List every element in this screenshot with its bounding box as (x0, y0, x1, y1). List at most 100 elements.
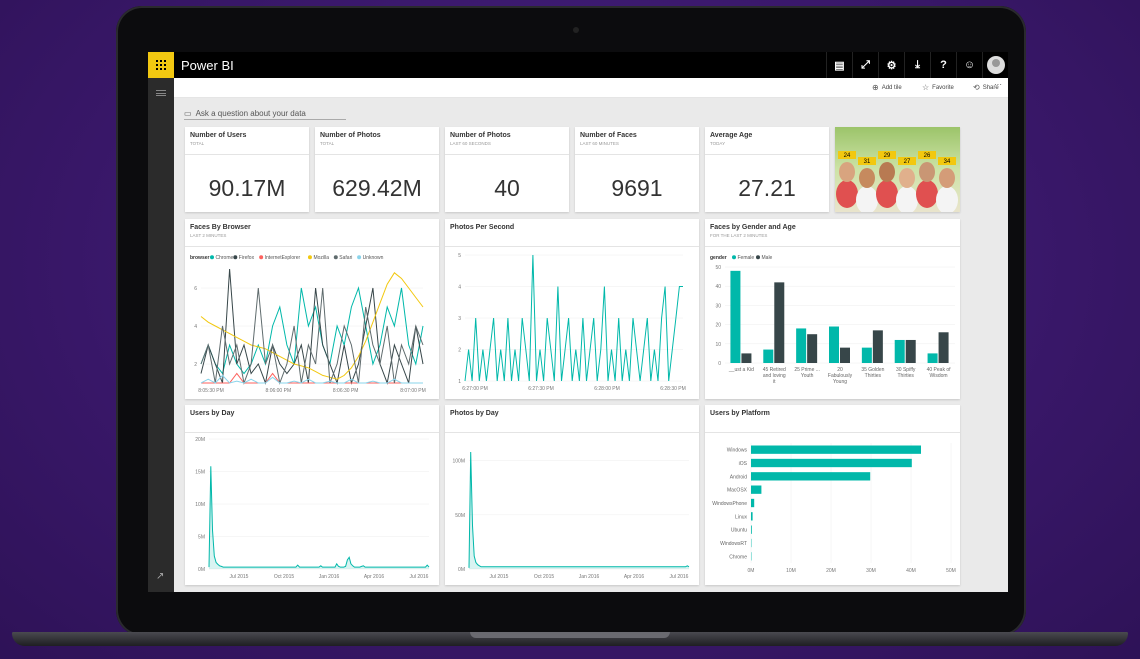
expand-icon[interactable]: ↗ (156, 571, 164, 582)
legend-title: gender (710, 255, 727, 261)
y-tick-label: 0M (458, 567, 465, 573)
laptop-notch (470, 632, 670, 638)
tile-users-by-platform[interactable]: Users by Platform 0M 10M 20M 30M 40M 50M Windo… (705, 405, 960, 585)
y-tick-label: 4 (458, 285, 461, 291)
card-number-of-users[interactable]: Number of Users TOTAL 90.17M (185, 127, 309, 212)
add-tile-button[interactable]: ⊕ Add tile (872, 83, 902, 92)
download-icon[interactable]: ⤓ (904, 52, 930, 78)
y-tick-label: 50 (715, 265, 721, 271)
x-tick-label: 8:06:00 PM (266, 388, 292, 394)
card-subtitle: TOTAL (190, 141, 205, 146)
tile-users-by-day[interactable]: Users by Day 0M 5M 10M 15M 20M Jul 2015 Oct 20… (185, 405, 439, 585)
y-tick-label: 10 (715, 342, 721, 348)
y-tick-label: 4 (194, 324, 197, 330)
favorite-button[interactable]: ☆ Favorite (922, 83, 954, 92)
card-number-of-photos[interactable]: Number of Photos TOTAL 629.42M (315, 127, 439, 212)
y-tick-label: 5 (458, 253, 461, 259)
age-tag-label: 24 (844, 153, 851, 159)
y-tick-label: 2 (194, 362, 197, 368)
legend-marker (333, 255, 338, 260)
y-tick-label: 20 (715, 323, 721, 329)
profile-button[interactable] (982, 52, 1008, 78)
x-tick-label: 8:07:00 PM (400, 388, 426, 394)
waffle-icon (156, 60, 166, 70)
legend-label: Male (762, 255, 773, 261)
card-subtitle: LAST 60 SECONDS (450, 141, 491, 146)
bar (894, 339, 905, 363)
y-tick-label: 10M (195, 502, 205, 508)
bar (730, 270, 741, 363)
x-tick-label: 6:28:30 PM (660, 386, 686, 392)
legend-marker (259, 255, 264, 260)
x-tick-label: Jul 2016 (410, 574, 429, 580)
y-tick-label: 6 (194, 286, 197, 292)
bar (840, 347, 850, 363)
bar (751, 512, 753, 521)
help-icon[interactable]: ? (930, 52, 956, 78)
card-number-of-faces[interactable]: Number of Faces LAST 60 MINUTES 9691 (575, 127, 699, 212)
card-subtitle: LAST 60 MINUTES (580, 141, 619, 146)
card-average-age[interactable]: Average Age TODAY 27.21 (705, 127, 829, 212)
legend-label: Firefox (239, 255, 255, 261)
group-photo-image: 24 31 29 27 26 34 (835, 127, 960, 212)
x-tick-label: Thirties (865, 373, 882, 379)
face (879, 162, 895, 182)
star-icon: ☆ (922, 83, 930, 92)
y-tick-label: iOS (739, 461, 748, 467)
bar (872, 330, 883, 363)
y-tick-label: Windows (727, 448, 748, 454)
legend-label: Mozilla (313, 255, 329, 261)
y-tick-label: 2 (458, 348, 461, 354)
qna-placeholder: Ask a question about your data (195, 108, 306, 118)
users-by-day-chart: 0M 5M 10M 15M 20M Jul 2015 Oct 2015 Jan 2016 Apr… (195, 437, 430, 580)
x-tick-label: Oct 2015 (274, 574, 295, 580)
app-launcher-button[interactable] (148, 52, 174, 78)
card-value: 90.17M (208, 175, 286, 201)
legend-marker (732, 255, 736, 260)
card-value: 40 (494, 175, 520, 201)
face (939, 168, 955, 188)
gear-icon[interactable]: ⚙ (878, 52, 904, 78)
faces-photo-tile[interactable]: 24 31 29 27 26 34 (835, 127, 960, 212)
x-tick-label: 50M (946, 568, 956, 574)
person-body (916, 180, 938, 208)
speech-bubble-icon: ▭ (184, 108, 192, 118)
x-tick-label: 8:06:30 PM (333, 388, 359, 394)
more-options-button[interactable]: ··· (994, 80, 1002, 89)
y-tick-label: 0 (718, 361, 721, 367)
series-line (468, 451, 690, 568)
age-tag-label: 29 (884, 153, 891, 159)
avatar (986, 56, 1005, 74)
tile-photos-by-day[interactable]: Photos by Day 0M 50M 100M Jul 2015 Oct 2015 J… (445, 405, 699, 585)
qna-input[interactable]: ▭ Ask a question about your data (184, 107, 346, 120)
share-icon: ⟲ (973, 83, 980, 92)
tile-photos-per-second[interactable]: Photos Per Second 1 2 3 4 5 6:27:00 PM 6:27:30… (445, 219, 699, 399)
x-tick-label: Apr 2016 (364, 574, 385, 580)
add-circle-icon: ⊕ (872, 83, 879, 92)
bar (905, 339, 916, 363)
tile-faces-by-browser[interactable]: Faces By Browser LAST 2 MINUTES 2 4 6 8:05:… (185, 219, 439, 399)
bar (751, 485, 762, 494)
age-tag-label: 34 (944, 159, 951, 165)
person-body (876, 180, 898, 208)
card-subtitle: TODAY (710, 141, 726, 146)
app-title: Power BI (181, 58, 234, 73)
y-tick-label: 15M (195, 470, 205, 476)
y-tick-label: WindowsRT (720, 541, 747, 547)
fullscreen-icon[interactable]: ⤢ (852, 52, 878, 78)
card-title: Average Age (710, 132, 753, 139)
comment-icon[interactable]: ▤ (826, 52, 852, 78)
bar (763, 349, 774, 363)
face (859, 168, 875, 188)
card-photos-last-60-seconds[interactable]: Number of Photos LAST 60 SECONDS 40 (445, 127, 569, 212)
x-tick-label: __ust a Kid (728, 367, 754, 373)
tile-faces-by-gender-age[interactable]: Faces by Gender and Age FOR THE LAST 2 M… (705, 219, 960, 399)
hamburger-icon[interactable] (156, 90, 166, 96)
photos-per-second-chart: 1 2 3 4 5 6:27:00 PM 6:27:30 PM 6:28:00 PM 6:28:… (458, 253, 686, 392)
y-tick-label: 5M (198, 535, 205, 541)
y-tick-label: 100M (452, 459, 465, 465)
y-tick-label: 3 (458, 316, 461, 322)
smiley-icon[interactable]: ☺ (956, 52, 982, 78)
y-tick-label: 20M (195, 437, 205, 443)
favorite-label: Favorite (932, 84, 954, 91)
